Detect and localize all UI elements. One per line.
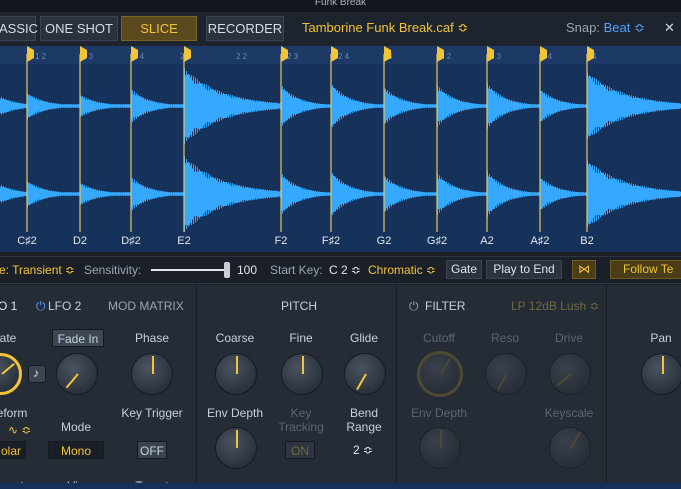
slice-note-label: D2 bbox=[72, 235, 88, 247]
fine-label: Fine bbox=[289, 331, 313, 345]
waveform-selector[interactable]: olar bbox=[0, 441, 26, 459]
play-to-end-button[interactable]: Play to End bbox=[486, 260, 562, 279]
tab-lfo2[interactable]: LFO 2 bbox=[48, 299, 81, 313]
title-bar: Funk Break bbox=[0, 0, 681, 12]
recorder-mode-button[interactable]: RECORDER bbox=[206, 16, 284, 41]
mod-value-strip bbox=[0, 483, 681, 489]
key-tracking-toggle[interactable]: ON bbox=[285, 441, 315, 459]
drive-label: Drive bbox=[554, 331, 584, 345]
key-trigger-toggle[interactable]: OFF bbox=[137, 441, 167, 459]
coarse-knob[interactable] bbox=[215, 353, 257, 395]
slice-note-label: D♯2 bbox=[121, 235, 141, 247]
waveform-label: eform bbox=[0, 406, 28, 420]
snap-selector[interactable]: Snap: Beat ≎ bbox=[566, 20, 645, 36]
fade-in-label[interactable]: Fade In bbox=[52, 329, 104, 347]
sensitivity-label: Sensitivity: bbox=[84, 263, 142, 277]
bend-range-selector[interactable]: 2 ≎ bbox=[343, 441, 383, 459]
tab-mod-matrix[interactable]: MOD MATRIX bbox=[108, 299, 184, 313]
bend-range-label: Bend Range bbox=[346, 406, 382, 434]
scale-selector[interactable]: Chromatic ≎ bbox=[368, 263, 436, 277]
sensitivity-value: 100 bbox=[237, 263, 258, 277]
slice-note-label: E2 bbox=[177, 235, 191, 247]
keyscale-knob[interactable] bbox=[549, 427, 591, 469]
file-selector[interactable]: Tamborine Funk Break.caf ≎ bbox=[302, 20, 468, 36]
key-tracking-label: Key Tracking bbox=[278, 406, 324, 434]
rate-knob[interactable] bbox=[0, 353, 22, 395]
reverse-icon[interactable]: ⋈ bbox=[572, 260, 596, 279]
pitch-title: PITCH bbox=[281, 299, 317, 313]
filter-section: ⏻ FILTER LP 12dB Lush ≎ Cutoff Reso Driv… bbox=[396, 285, 606, 489]
ruler-mark: 2 4 bbox=[338, 52, 350, 61]
drive-knob[interactable] bbox=[549, 353, 591, 395]
tab-lfo1[interactable]: O 1 bbox=[0, 299, 17, 313]
pitch-env-depth-knob[interactable] bbox=[215, 427, 257, 469]
sensitivity-slider-track[interactable] bbox=[151, 269, 229, 271]
pan-label: Pan bbox=[650, 331, 672, 345]
slice-note-label: A♯2 bbox=[530, 235, 550, 247]
filter-type-selector[interactable]: LP 12dB Lush ≎ bbox=[511, 299, 600, 313]
cutoff-label: Cutoff bbox=[423, 331, 455, 345]
reso-label: Reso bbox=[490, 331, 520, 345]
close-icon[interactable]: ✕ bbox=[664, 20, 675, 36]
one-shot-mode-button[interactable]: ONE SHOT bbox=[40, 16, 118, 41]
filter-env-depth-knob[interactable] bbox=[419, 427, 461, 469]
start-key-selector[interactable]: C 2 ≎ bbox=[329, 263, 361, 277]
slice-note-label: C♯2 bbox=[17, 235, 37, 247]
filter-title: FILTER bbox=[425, 299, 466, 313]
mode-bar: ASSIC ONE SHOT SLICE RECORDER Tamborine … bbox=[0, 12, 681, 46]
filter-power-icon[interactable]: ⏻ bbox=[409, 299, 419, 314]
follow-tempo-button[interactable]: Follow Te bbox=[610, 260, 681, 279]
phase-knob[interactable] bbox=[131, 353, 173, 395]
waveform-editor[interactable]: 1 21 31 422 22 32 433 23 33 44 bbox=[0, 46, 681, 252]
mod-section: O 1 ⏻ LFO 2 MOD MATRIX ate Fade In Phase… bbox=[0, 285, 196, 489]
ruler-mark: 1 2 bbox=[35, 52, 47, 61]
slice-note-label: F2 bbox=[274, 235, 288, 247]
cutoff-knob[interactable] bbox=[417, 351, 463, 397]
snap-label: Snap: bbox=[566, 20, 600, 35]
glide-label: Glide bbox=[349, 331, 379, 345]
slice-note-label: G♯2 bbox=[426, 235, 448, 247]
note-sync-icon[interactable]: ♪ bbox=[28, 365, 46, 383]
sensitivity-slider-handle[interactable] bbox=[224, 262, 230, 278]
slice-note-label: B2 bbox=[580, 235, 594, 247]
slice-mode-selector[interactable]: e: Transient ≎ bbox=[0, 263, 75, 277]
ruler-mark: 2 2 bbox=[236, 52, 248, 61]
power-icon[interactable]: ⏻ bbox=[36, 299, 46, 314]
snap-value: Beat ≎ bbox=[603, 20, 645, 35]
mode-label: Mode bbox=[60, 420, 92, 434]
slice-mode-button[interactable]: SLICE bbox=[121, 16, 197, 41]
amp-section: Pan bbox=[606, 285, 681, 489]
mode-selector[interactable]: Mono bbox=[48, 441, 104, 459]
synth-panel: O 1 ⏻ LFO 2 MOD MATRIX ate Fade In Phase… bbox=[0, 285, 681, 489]
rate-label: ate bbox=[0, 331, 17, 345]
pan-knob[interactable] bbox=[641, 353, 681, 395]
waveform-shape-icon[interactable]: ∿ ≎ bbox=[8, 423, 31, 437]
phase-label: Phase bbox=[134, 331, 170, 345]
waveform-display: 1 21 31 422 22 32 433 23 33 44 bbox=[0, 46, 681, 232]
window-title: Funk Break bbox=[314, 0, 367, 8]
slice-note-label: A2 bbox=[480, 235, 494, 247]
ruler-mark: 2 3 bbox=[287, 52, 299, 61]
key-trigger-label: Key Trigger bbox=[121, 406, 183, 420]
filter-env-depth-label: Env Depth bbox=[410, 406, 468, 420]
start-key-label: Start Key: bbox=[270, 263, 323, 277]
pitch-env-depth-label: Env Depth bbox=[206, 406, 264, 420]
slice-note-label: F♯2 bbox=[321, 235, 341, 247]
gate-button[interactable]: Gate bbox=[446, 260, 482, 279]
coarse-label: Coarse bbox=[215, 331, 255, 345]
fade-in-knob[interactable] bbox=[56, 353, 98, 395]
slice-note-label: G2 bbox=[376, 235, 392, 247]
reso-knob[interactable] bbox=[485, 353, 527, 395]
classic-mode-button[interactable]: ASSIC bbox=[0, 16, 38, 41]
pitch-section: PITCH Coarse Fine Glide Env Depth Key Tr… bbox=[196, 285, 396, 489]
glide-knob[interactable] bbox=[344, 353, 386, 395]
keyscale-label: Keyscale bbox=[544, 406, 594, 420]
fine-knob[interactable] bbox=[281, 353, 323, 395]
